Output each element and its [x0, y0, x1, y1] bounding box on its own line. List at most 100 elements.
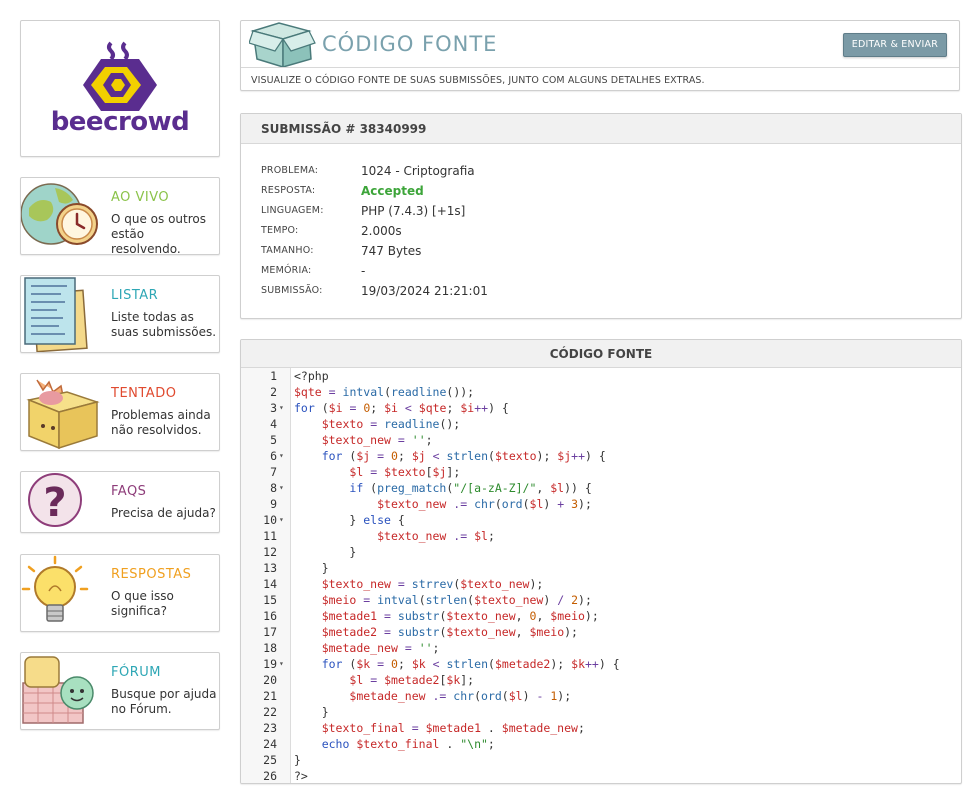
code-line: 21 $metade_new .= chr(ord($l) - 1);	[241, 688, 961, 704]
code-text: } else {	[294, 513, 405, 527]
code-line: 24 echo $texto_final . "\n";	[241, 736, 961, 752]
sidebar-item-title: RESPOSTAS	[111, 567, 192, 582]
line-number: 6	[270, 449, 277, 463]
code-line: 9 $texto_new .= chr(ord($l) + 3);	[241, 496, 961, 512]
code-editor[interactable]: 1 <?php 2 $qte = intval(readline()); 3 ▾ for (…	[241, 368, 961, 783]
code-line: 25}	[241, 752, 961, 768]
globe-clock-icon	[21, 183, 98, 245]
code-line: 11 $texto_new .= $l;	[241, 528, 961, 544]
line-number: 9	[270, 497, 277, 511]
sidebar-item-title: FAQS	[111, 484, 147, 499]
detail-row-tamanho: TAMANHO: 747 Bytes	[261, 241, 941, 261]
forum-chat-icon	[22, 656, 94, 724]
detail-label: TEMPO:	[261, 225, 299, 236]
code-line: 12 }	[241, 544, 961, 560]
line-number: 19	[263, 657, 277, 671]
sidebar-item-listar[interactable]: LISTAR Liste todas as suas submissões.	[20, 275, 220, 353]
code-text: $metade_new = '';	[321, 641, 440, 655]
source-code-panel: CÓDIGO FONTE 1 <?php 2 $qte = intval(readli…	[240, 339, 962, 784]
fold-toggle-icon[interactable]: ▾	[279, 400, 289, 416]
line-number: 4	[270, 417, 277, 431]
line-number: 22	[263, 705, 277, 719]
code-text: $metade2 = substr($texto_new, $meio);	[321, 625, 578, 639]
sidebar-item-desc: Precisa de ajuda?	[111, 506, 216, 520]
code-line: 3 ▾ for ($i = 0; $i < $qte; $i++) {	[241, 400, 961, 416]
question-mark-icon: ?	[28, 473, 82, 527]
sidebar-item-desc: O que os outros estão resolvendo.	[111, 212, 207, 255]
detail-row-memoria: MEMÓRIA: -	[261, 261, 941, 281]
code-heading: CÓDIGO FONTE	[241, 340, 961, 368]
fold-toggle-icon[interactable]: ▾	[279, 512, 289, 528]
line-number: 3	[270, 401, 277, 415]
code-text: $metade1 = substr($texto_new, 0, $meio);	[321, 609, 599, 623]
edit-submit-button[interactable]: EDITAR & ENVIAR	[842, 33, 947, 57]
code-line: 26 ?>	[241, 768, 961, 783]
detail-value: 2.000s	[361, 224, 402, 238]
fold-toggle-icon[interactable]: ▾	[279, 480, 289, 496]
code-text: $texto_new = '';	[321, 433, 433, 447]
code-text: $l = $texto[$j];	[349, 465, 461, 479]
code-text: for ($i = 0; $i < $qte; $i++) {	[294, 401, 509, 415]
detail-value: 1024 - Criptografia	[361, 164, 475, 178]
sidebar-item-faqs[interactable]: ? FAQS Precisa de ajuda?	[20, 471, 220, 533]
code-text: }	[294, 561, 329, 575]
line-number: 23	[263, 721, 277, 735]
line-number: 26	[263, 769, 277, 783]
fold-toggle-icon[interactable]: ▾	[279, 656, 289, 672]
line-number: 10	[263, 513, 277, 527]
detail-row-problema: PROBLEMA: 1024 - Criptografia	[261, 161, 941, 181]
code-text: echo $texto_final . "\n";	[321, 737, 495, 751]
code-line: 14 $texto_new = strrev($texto_new);	[241, 576, 961, 592]
code-line: 23 $texto_final = $metade1 . $metade_new…	[241, 720, 961, 736]
code-text: for ($j = 0; $j < strlen($texto); $j++) …	[321, 449, 606, 463]
line-number: 11	[263, 529, 277, 543]
code-text: $metade_new .= chr(ord($l) - 1);	[349, 689, 572, 703]
code-line: 15 $meio = intval(strlen($texto_new) / 2…	[241, 592, 961, 608]
code-line: 10 ▾ } else {	[241, 512, 961, 528]
detail-label: RESPOSTA:	[261, 185, 316, 196]
brand-name: beecrowd	[50, 107, 190, 137]
header-bar: CÓDIGO FONTE EDITAR & ENVIAR	[241, 21, 959, 68]
code-line: 13 }	[241, 560, 961, 576]
code-text: }	[294, 705, 329, 719]
logo-box[interactable]: beecrowd	[20, 20, 220, 157]
sidebar-item-ao-vivo[interactable]: AO VIVO O que os outros estão resolvendo…	[20, 177, 220, 255]
line-number: 1	[270, 369, 277, 383]
detail-value: 747 Bytes	[361, 244, 422, 258]
line-number: 2	[270, 385, 277, 399]
sidebar-item-forum[interactable]: FÓRUM Busque por ajuda no Fórum.	[20, 652, 220, 730]
code-line: 1 <?php	[241, 368, 961, 384]
line-number: 8	[270, 481, 277, 495]
code-text: <?php	[294, 369, 329, 383]
detail-value: PHP (7.4.3) [+1s]	[361, 204, 466, 218]
lightbulb-icon	[21, 555, 89, 622]
detail-value: 19/03/2024 21:21:01	[361, 284, 488, 298]
code-text: $texto_new .= $l;	[377, 529, 495, 543]
status-badge: Accepted	[361, 184, 424, 198]
detail-row-submissao: SUBMISSÃO: 19/03/2024 21:21:01	[261, 281, 941, 301]
line-number: 12	[263, 545, 277, 559]
code-line: 7 $l = $texto[$j];	[241, 464, 961, 480]
sidebar-item-tentado[interactable]: TENTADO Problemas ainda não resolvidos.	[20, 373, 220, 451]
line-number: 7	[270, 465, 277, 479]
detail-row-linguagem: LINGUAGEM: PHP (7.4.3) [+1s]	[261, 201, 941, 221]
detail-label: PROBLEMA:	[261, 165, 319, 176]
notes-list-icon	[24, 277, 88, 352]
sidebar-item-title: LISTAR	[111, 288, 159, 303]
fold-toggle-icon[interactable]: ▾	[279, 448, 289, 464]
code-line: 19 ▾ for ($k = 0; $k < strlen($metade2); …	[241, 656, 961, 672]
line-number: 24	[263, 737, 277, 751]
code-text: }	[294, 753, 301, 767]
detail-value: -	[361, 264, 366, 278]
open-box-icon	[249, 22, 316, 67]
sidebar-item-respostas[interactable]: RESPOSTAS O que isso significa?	[20, 554, 220, 632]
sidebar-item-title: AO VIVO	[111, 190, 170, 205]
page-subtitle: VISUALIZE O CÓDIGO FONTE DE SUAS SUBMISS…	[251, 75, 705, 86]
detail-label: MEMÓRIA:	[261, 265, 312, 276]
sidebar-item-desc: Problemas ainda não resolvidos.	[111, 408, 211, 437]
line-number: 18	[263, 641, 277, 655]
sidebar-item-title: TENTADO	[111, 386, 177, 401]
detail-row-resposta: RESPOSTA: Accepted	[261, 181, 941, 201]
code-line: 17 $metade2 = substr($texto_new, $meio);	[241, 624, 961, 640]
page-title: CÓDIGO FONTE	[322, 32, 498, 56]
